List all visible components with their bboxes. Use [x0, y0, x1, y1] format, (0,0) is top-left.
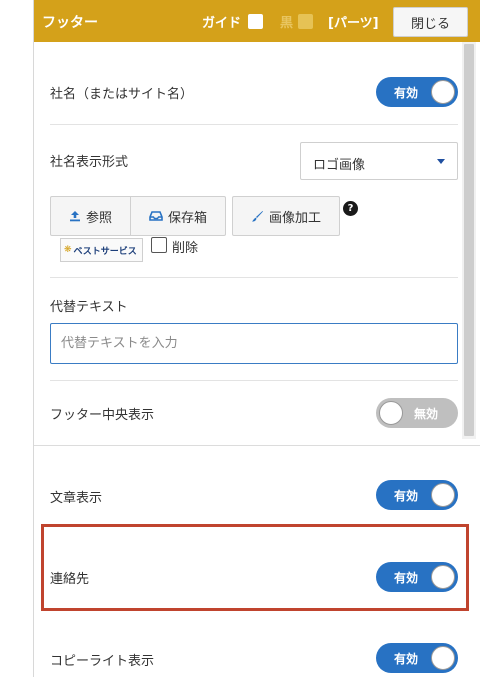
logo-preview-image: ❋ ベストサービス [60, 238, 143, 262]
toggle-knob [431, 483, 455, 507]
text-display-label: 文章表示 [50, 491, 103, 506]
display-format-label: 社名表示形式 [50, 155, 129, 170]
logo-mark-icon: ❋ [64, 245, 72, 255]
toggle-knob [379, 401, 403, 425]
logo-text: ベストサービス [73, 246, 137, 257]
divider [50, 277, 458, 278]
section-separator [34, 445, 480, 446]
inbox-icon [149, 211, 163, 221]
close-button[interactable]: 閉じる [393, 7, 468, 37]
toggle-state-label: 有効 [394, 86, 419, 100]
footer-settings-panel: フッター ガイド 黒 [パーツ] 閉じる 社名（またはサイト名） 有効 社名表示… [33, 0, 480, 677]
browse-button[interactable]: 参照 [50, 196, 131, 236]
edit-image-label: 画像加工 [268, 210, 321, 226]
copyright-toggle[interactable]: 有効 [376, 643, 458, 673]
upload-icon [69, 211, 80, 222]
toggle-knob [431, 646, 455, 670]
edit-image-button[interactable]: 画像加工 [232, 196, 340, 236]
toggle-state-label: 無効 [414, 407, 439, 421]
company-name-label: 社名（またはサイト名） [50, 87, 194, 102]
black-label: 黒 [280, 16, 294, 31]
browse-label: 参照 [85, 210, 112, 226]
toggle-knob [431, 80, 455, 104]
toggle-knob [431, 565, 455, 589]
contact-toggle[interactable]: 有効 [376, 562, 458, 592]
divider [50, 124, 458, 125]
brush-icon [251, 210, 263, 222]
delete-label: 削除 [172, 241, 199, 256]
toggle-state-label: 有効 [394, 571, 419, 585]
footer-center-label: フッター中央表示 [50, 408, 155, 423]
alt-text-label: 代替テキスト [50, 300, 128, 315]
black-checkbox[interactable] [298, 14, 313, 29]
toggle-state-label: 有効 [394, 489, 419, 503]
contact-label: 連絡先 [50, 572, 90, 587]
display-format-select[interactable]: ロゴ画像 [300, 142, 458, 180]
toggle-state-label: 有効 [394, 652, 419, 666]
copyright-label: コピーライト表示 [50, 654, 155, 669]
help-icon[interactable]: ? [343, 201, 358, 216]
parts-link[interactable]: [パーツ] [328, 12, 379, 31]
delete-checkbox[interactable] [151, 237, 167, 253]
panel-title: フッター [42, 15, 98, 31]
storage-button[interactable]: 保存箱 [130, 196, 226, 236]
guide-label: ガイド [202, 16, 242, 31]
divider [50, 380, 458, 381]
select-value: ロゴ画像 [313, 158, 366, 173]
company-name-toggle[interactable]: 有効 [376, 77, 458, 107]
alt-text-input[interactable] [50, 323, 458, 364]
footer-center-toggle[interactable]: 無効 [376, 398, 458, 428]
scrollbar-thumb[interactable] [464, 44, 474, 436]
caret-down-icon [437, 159, 445, 164]
guide-checkbox[interactable] [248, 14, 263, 29]
text-display-toggle[interactable]: 有効 [376, 480, 458, 510]
panel-header: フッター ガイド 黒 [パーツ] 閉じる [34, 0, 480, 42]
storage-label: 保存箱 [167, 210, 207, 226]
